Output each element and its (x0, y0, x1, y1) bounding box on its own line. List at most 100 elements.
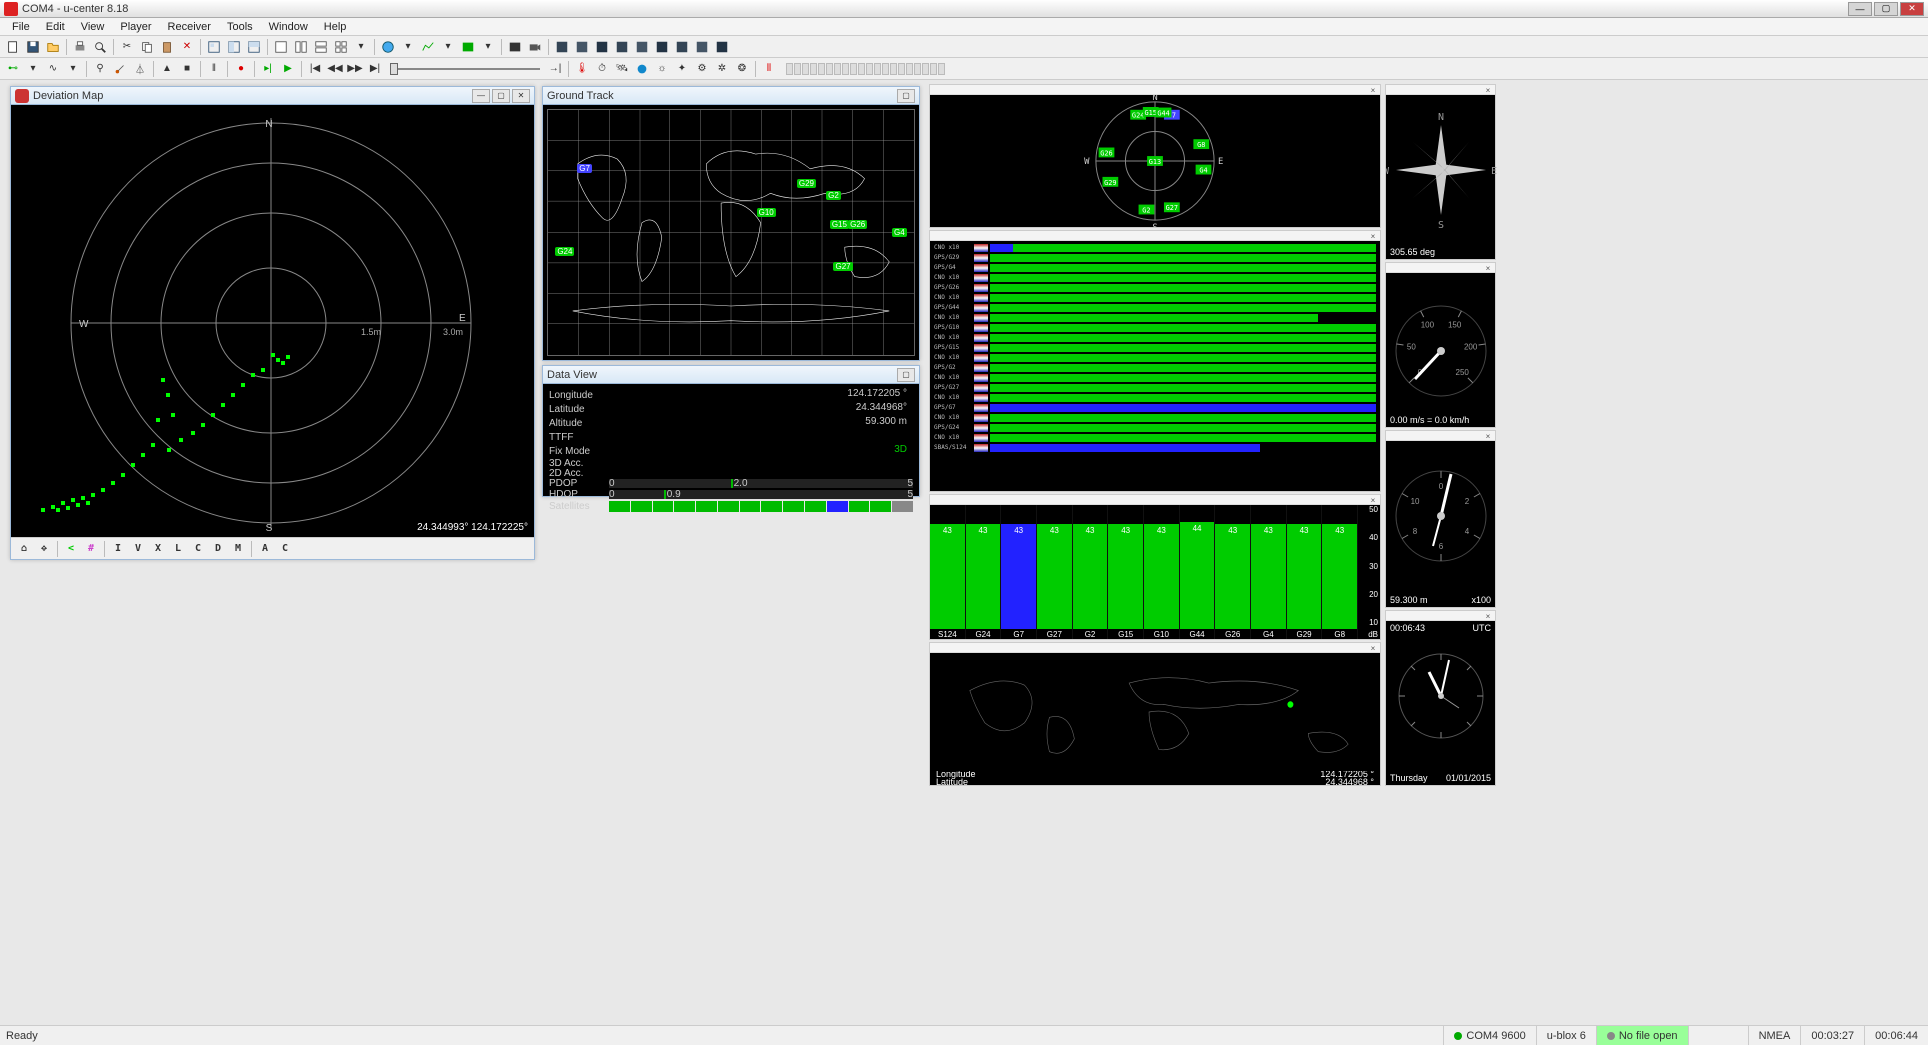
open-icon[interactable] (44, 38, 62, 56)
mini-map-body[interactable]: Longitude Latitude 124.172205 ° 24.34496… (930, 653, 1380, 785)
close-button[interactable]: ✕ (1900, 2, 1924, 16)
minimap-close-icon[interactable]: × (1368, 644, 1378, 652)
cut-icon[interactable]: ✂ (118, 38, 136, 56)
deviation-map-canvas[interactable]: N S W E 1.5m 3.0m (11, 105, 534, 537)
pause-icon[interactable]: ‖ (205, 60, 223, 78)
menu-file[interactable]: File (4, 21, 38, 33)
ground-track-titlebar[interactable]: Ground Track ▢ (543, 87, 919, 105)
sat-d-icon[interactable]: ✦ (673, 60, 691, 78)
record-icon[interactable]: ● (232, 60, 250, 78)
ground-track-canvas[interactable]: G7G24G10G29G2G15G26G27G4 (543, 105, 919, 360)
sat-b-icon[interactable] (633, 60, 651, 78)
devmap-close-button[interactable]: ✕ (512, 89, 530, 103)
window-b-icon[interactable] (225, 38, 243, 56)
dev-home-icon[interactable]: ⌂ (15, 540, 33, 558)
signal-history-canvas[interactable]: CNO x10GPS/G29GPS/G4CNO x10GPS/G26CNO x1… (930, 241, 1380, 491)
data-view-titlebar[interactable]: Data View ▢ (543, 366, 919, 384)
eject-icon[interactable]: ▲ (158, 60, 176, 78)
gear-c-icon[interactable]: ❂ (733, 60, 751, 78)
dev-move-icon[interactable]: ✥ (35, 540, 53, 558)
chart-a-icon[interactable] (419, 38, 437, 56)
slider-end-icon[interactable]: →| (546, 60, 564, 78)
tool-b-icon[interactable] (111, 60, 129, 78)
minimize-button[interactable]: — (1848, 2, 1872, 16)
dev-i-button[interactable]: I (109, 540, 127, 558)
chart-dd-icon[interactable]: ▾ (439, 38, 457, 56)
menu-window[interactable]: Window (261, 21, 316, 33)
menu-edit[interactable]: Edit (38, 21, 73, 33)
clock-close-icon[interactable]: × (1483, 612, 1493, 620)
connect-dd-icon[interactable]: ▾ (24, 60, 42, 78)
gear-b-icon[interactable]: ✲ (713, 60, 731, 78)
panel-4-icon[interactable] (613, 38, 631, 56)
save-icon[interactable] (24, 38, 42, 56)
new-icon[interactable] (4, 38, 22, 56)
paste-icon[interactable] (158, 38, 176, 56)
tool-a-icon[interactable]: ⚲ (91, 60, 109, 78)
menu-receiver[interactable]: Receiver (160, 21, 219, 33)
snr-close-icon[interactable]: × (1368, 496, 1378, 504)
dv-close-button[interactable]: ▢ (897, 368, 915, 382)
skip-next-icon[interactable]: ▶| (366, 60, 384, 78)
layout-5-icon[interactable]: ▾ (352, 38, 370, 56)
delete-icon[interactable]: ✕ (178, 38, 196, 56)
maximize-button[interactable]: ▢ (1874, 2, 1898, 16)
step-icon[interactable]: ▸| (259, 60, 277, 78)
tool-c-icon[interactable]: ⏃ (131, 60, 149, 78)
dev-grid-icon[interactable]: # (82, 540, 100, 558)
connect-icon[interactable]: ⊷ (4, 60, 22, 78)
menu-player[interactable]: Player (112, 21, 159, 33)
player-slider[interactable] (390, 68, 540, 70)
deviation-map-titlebar[interactable]: Deviation Map — ▢ ✕ (11, 87, 534, 105)
dev-m-button[interactable]: M (229, 540, 247, 558)
altitude-canvas[interactable]: 0246810 59.300 m x100 (1386, 441, 1495, 607)
panel-1-icon[interactable] (553, 38, 571, 56)
table-dd-icon[interactable]: ▾ (479, 38, 497, 56)
dev-x-button[interactable]: X (149, 540, 167, 558)
panel-7-icon[interactable] (673, 38, 691, 56)
menu-help[interactable]: Help (316, 21, 355, 33)
dev-filter-icon[interactable]: < (62, 540, 80, 558)
cam-icon[interactable] (526, 38, 544, 56)
next-icon[interactable]: ▶▶ (346, 60, 364, 78)
window-a-icon[interactable] (205, 38, 223, 56)
panel-6-icon[interactable] (653, 38, 671, 56)
sigh-close-icon[interactable]: × (1368, 232, 1378, 240)
panel-9-icon[interactable] (713, 38, 731, 56)
copy-icon[interactable] (138, 38, 156, 56)
devmap-max-button[interactable]: ▢ (492, 89, 510, 103)
dev-l-button[interactable]: L (169, 540, 187, 558)
prev-icon[interactable]: ◀◀ (326, 60, 344, 78)
sat-c-icon[interactable]: ☼ (653, 60, 671, 78)
snr-canvas[interactable]: 43S12443G2443G743G2743G243G1543G1044G444… (930, 505, 1380, 639)
speed-close-icon[interactable]: × (1483, 264, 1493, 272)
panel-2-icon[interactable] (573, 38, 591, 56)
layout-4-icon[interactable] (332, 38, 350, 56)
print-icon[interactable] (71, 38, 89, 56)
gt-close-button[interactable]: ▢ (897, 89, 915, 103)
rec-a-icon[interactable] (506, 38, 524, 56)
dev-v-button[interactable]: V (129, 540, 147, 558)
layout-3-icon[interactable] (312, 38, 330, 56)
clock-canvas[interactable]: 00:06:43 UTC Thursday (1386, 621, 1495, 785)
sat-a-icon[interactable]: 🛰 (613, 60, 631, 78)
layout-2-icon[interactable] (292, 38, 310, 56)
table-icon[interactable] (459, 38, 477, 56)
dev-a-button[interactable]: A (256, 540, 274, 558)
skip-prev-icon[interactable]: |◀ (306, 60, 324, 78)
devmap-min-button[interactable]: — (472, 89, 490, 103)
compass-canvas[interactable]: N S E W 305.65 deg (1386, 95, 1495, 259)
preview-icon[interactable] (91, 38, 109, 56)
gear-a-icon[interactable]: ⚙ (693, 60, 711, 78)
window-c-icon[interactable] (245, 38, 263, 56)
wave-icon[interactable]: ∿ (44, 60, 62, 78)
dev-c-button[interactable]: C (189, 540, 207, 558)
panel-3-icon[interactable] (593, 38, 611, 56)
thermo-icon[interactable]: 🌡 (573, 60, 591, 78)
wave-dd-icon[interactable]: ▾ (64, 60, 82, 78)
alt-close-icon[interactable]: × (1483, 432, 1493, 440)
layout-1-icon[interactable] (272, 38, 290, 56)
sky-view-canvas[interactable]: N S E W G7G24G15G44G8G4G27G2G29G26G13 (930, 95, 1380, 227)
skyview-close-icon[interactable]: × (1368, 86, 1378, 94)
globe-icon[interactable] (379, 38, 397, 56)
